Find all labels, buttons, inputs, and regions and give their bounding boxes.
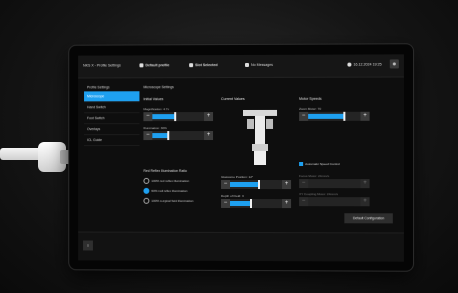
slider-fill bbox=[152, 133, 167, 138]
minus-button[interactable]: − bbox=[143, 112, 152, 121]
default-configuration-button[interactable]: Default Configuration bbox=[344, 213, 392, 223]
bottom-bar: ⌂ bbox=[78, 232, 404, 262]
slot-icon bbox=[189, 63, 193, 67]
minus-button[interactable]: − bbox=[299, 112, 308, 121]
bell-icon bbox=[245, 63, 249, 67]
slider-knob[interactable] bbox=[250, 199, 252, 208]
slider-fill bbox=[308, 114, 345, 119]
checkbox-checked-icon bbox=[299, 162, 303, 166]
xy-coupling-label: XY Coupling Motor: 24mm/s bbox=[299, 192, 338, 196]
depth-of-field-label: Depth of Field: 3 bbox=[221, 194, 244, 198]
radio-100-surgical-field[interactable]: 100% surgical field illumination bbox=[143, 198, 193, 204]
plus-button[interactable]: + bbox=[204, 131, 213, 140]
settings-button[interactable] bbox=[390, 59, 399, 68]
plus-button[interactable]: + bbox=[360, 112, 369, 121]
minus-button[interactable]: − bbox=[221, 180, 230, 189]
slider-knob[interactable] bbox=[167, 131, 169, 140]
radio-icon bbox=[143, 198, 149, 204]
red-reflex-heading: Red Reflex Illumination Ratio bbox=[143, 169, 186, 173]
minus-button: − bbox=[299, 179, 308, 188]
slider-knob[interactable] bbox=[258, 180, 260, 189]
microscope-icon bbox=[237, 107, 283, 169]
sidebar-item-icl-guide[interactable]: ICL Guide bbox=[84, 135, 139, 146]
illumination-label: Illumination: 30% bbox=[143, 126, 166, 130]
clock-icon bbox=[347, 63, 351, 67]
magnification-label: Magnification: 4.7x bbox=[143, 107, 169, 111]
radio-60-red-reflex[interactable]: 60% red reflex illumination bbox=[143, 188, 187, 194]
initial-values-heading: Initial Values bbox=[143, 97, 163, 101]
illumination-slider[interactable]: − + bbox=[143, 131, 213, 140]
minus-button[interactable]: − bbox=[221, 199, 230, 208]
xy-coupling-slider: − + bbox=[299, 197, 369, 206]
profile-indicator[interactable]: Default profile bbox=[139, 63, 169, 67]
sidebar-item-microscope[interactable]: Microscope bbox=[84, 91, 139, 102]
radio-icon bbox=[143, 178, 149, 184]
main-panel: Microscope Settings Initial Values Curre… bbox=[141, 83, 396, 228]
slider-fill bbox=[230, 182, 259, 187]
slider-fill bbox=[230, 201, 251, 206]
motor-speeds-heading: Motor Speeds bbox=[299, 97, 321, 101]
microscope-arm bbox=[0, 142, 78, 174]
plus-button: + bbox=[360, 179, 369, 188]
glasses-position-slider[interactable]: − + bbox=[221, 180, 291, 189]
plus-button[interactable]: + bbox=[282, 199, 291, 208]
slider-knob[interactable] bbox=[175, 112, 177, 121]
sidebar-item-hand-switch[interactable]: Hand Switch bbox=[84, 102, 139, 113]
glasses-position-label: Glassome Position: 12° bbox=[221, 175, 253, 179]
screen: NKS X - Profile Settings Default profile… bbox=[78, 54, 404, 261]
slider-knob[interactable] bbox=[344, 112, 346, 121]
plus-button: + bbox=[360, 197, 369, 206]
user-icon bbox=[139, 63, 143, 67]
slot-indicator[interactable]: Slot Selected bbox=[189, 63, 217, 67]
minus-button[interactable]: − bbox=[143, 131, 152, 140]
top-bar: NKS X - Profile Settings Default profile… bbox=[78, 54, 404, 78]
sidebar-item-overlays[interactable]: Overlays bbox=[84, 124, 139, 135]
plus-button[interactable]: + bbox=[204, 112, 213, 121]
focus-motor-label: Focus Motor: 24mm/s bbox=[299, 174, 329, 178]
radio-100-red-reflex[interactable]: 100% red reflex illumination bbox=[143, 178, 189, 184]
zoom-motor-slider[interactable]: − + bbox=[299, 112, 369, 121]
current-values-heading: Current Values bbox=[221, 97, 245, 101]
messages-indicator[interactable]: No Messages bbox=[245, 63, 273, 67]
monitor-frame: NKS X - Profile Settings Default profile… bbox=[69, 44, 413, 271]
sidebar-title: Profile Settings bbox=[84, 83, 139, 91]
app-title: NKS X - Profile Settings bbox=[83, 63, 121, 67]
home-icon[interactable]: ⌂ bbox=[83, 240, 93, 250]
depth-of-field-slider[interactable]: − + bbox=[221, 199, 291, 208]
magnification-slider[interactable]: − + bbox=[143, 112, 213, 121]
zoom-motor-label: Zoom Motor: 70 bbox=[299, 107, 321, 111]
auto-speed-checkbox[interactable]: Automatic Speed Control bbox=[299, 162, 340, 166]
sidebar-item-foot-switch[interactable]: Foot Switch bbox=[84, 113, 139, 124]
datetime: 16.12.2024 19:25 bbox=[347, 62, 381, 66]
page-title: Microscope Settings bbox=[143, 85, 173, 89]
slider-fill bbox=[152, 114, 175, 119]
focus-motor-slider: − + bbox=[299, 179, 369, 188]
plus-button[interactable]: + bbox=[282, 180, 291, 189]
radio-selected-icon bbox=[143, 188, 149, 194]
sidebar: Profile Settings Microscope Hand Switch … bbox=[84, 83, 139, 226]
minus-button: − bbox=[299, 197, 308, 206]
